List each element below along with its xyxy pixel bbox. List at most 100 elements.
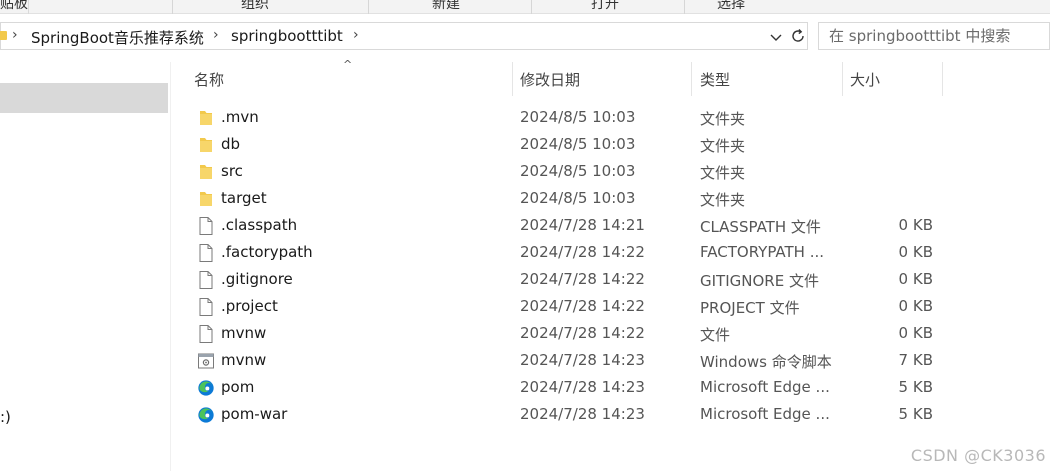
file-type: Windows 命令脚本	[700, 353, 832, 371]
file-name[interactable]: .factorypath	[221, 243, 313, 261]
navigation-pane[interactable]: :)	[0, 62, 170, 471]
file-type: CLASSPATH 文件	[700, 218, 821, 236]
file-row[interactable]: db 2024/8/5 10:03 文件夹	[190, 131, 950, 158]
file-name[interactable]: pom-war	[221, 405, 287, 423]
file-date: 2024/7/28 14:21	[520, 216, 645, 234]
file-type: Microsoft Edge ...	[700, 405, 830, 423]
folder-icon	[200, 138, 212, 152]
script-icon	[198, 353, 214, 369]
file-icon	[199, 217, 213, 235]
column-header-type[interactable]: 类型	[692, 62, 842, 94]
file-date: 2024/7/28 14:22	[520, 297, 645, 315]
file-size: 0 KB	[898, 297, 933, 315]
folder-icon	[200, 165, 212, 179]
pane-divider[interactable]	[170, 62, 171, 471]
file-name[interactable]: .mvn	[221, 108, 259, 126]
edge-icon	[198, 380, 214, 396]
file-name[interactable]: pom	[221, 378, 254, 396]
file-row[interactable]: pom-war 2024/7/28 14:23 Microsoft Edge .…	[190, 401, 950, 428]
file-icon	[199, 298, 213, 316]
file-name[interactable]: .gitignore	[221, 270, 293, 288]
ribbon-group-strip: 贴板 组织 新建 打开 选择	[0, 0, 1050, 14]
ribbon-group-open: 打开	[591, 0, 619, 12]
file-type: FACTORYPATH ...	[700, 243, 825, 261]
ribbon-group-new: 新建	[432, 0, 460, 12]
edge-icon	[198, 407, 214, 423]
file-date: 2024/7/28 14:23	[520, 351, 645, 369]
address-bar[interactable]: › SpringBoot音乐推荐系统 › springbootttibt ›	[0, 22, 808, 50]
file-size: 0 KB	[898, 324, 933, 342]
file-row[interactable]: mvnw 2024/7/28 14:22 文件 0 KB	[190, 320, 950, 347]
file-name[interactable]: mvnw	[221, 324, 266, 342]
file-row[interactable]: .factorypath 2024/7/28 14:22 FACTORYPATH…	[190, 239, 950, 266]
file-date: 2024/7/28 14:23	[520, 378, 645, 396]
nav-selected-item[interactable]	[0, 83, 168, 113]
file-type: 文件夹	[700, 164, 746, 182]
file-type: 文件	[700, 326, 731, 344]
file-size: 5 KB	[898, 405, 933, 423]
ribbon-divider	[172, 0, 173, 14]
watermark: CSDN @CK3036	[910, 446, 1046, 465]
ribbon-group-clipboard: 贴板	[0, 0, 29, 14]
file-date: 2024/7/28 14:22	[520, 270, 645, 288]
file-date: 2024/8/5 10:03	[520, 189, 636, 207]
file-size: 0 KB	[898, 270, 933, 288]
file-date: 2024/7/28 14:22	[520, 243, 645, 261]
chevron-right-icon[interactable]: ›	[353, 27, 359, 43]
folder-icon	[200, 111, 212, 125]
search-box[interactable]	[818, 22, 1050, 50]
search-input[interactable]	[819, 23, 1049, 49]
file-name[interactable]: .classpath	[221, 216, 297, 234]
file-name[interactable]: .project	[221, 297, 278, 315]
column-header-name[interactable]: 名称	[190, 62, 512, 94]
file-icon	[199, 244, 213, 262]
ribbon-divider	[368, 0, 369, 14]
column-header-size[interactable]: 大小	[843, 62, 943, 94]
file-icon	[199, 325, 213, 343]
ribbon-group-select: 选择	[717, 0, 745, 12]
column-header-name-label: 名称	[194, 71, 225, 89]
breadcrumb-current[interactable]: springbootttibt	[231, 27, 343, 45]
file-row[interactable]: .gitignore 2024/7/28 14:22 GITIGNORE 文件 …	[190, 266, 950, 293]
column-divider[interactable]	[942, 62, 943, 96]
file-icon	[199, 271, 213, 289]
file-date: 2024/8/5 10:03	[520, 135, 636, 153]
file-size: 5 KB	[898, 378, 933, 396]
file-type: GITIGNORE 文件	[700, 272, 819, 290]
file-size: 0 KB	[898, 216, 933, 234]
column-header-type-label: 类型	[700, 71, 731, 89]
column-header-date[interactable]: 修改日期	[513, 62, 691, 94]
refresh-icon[interactable]	[789, 27, 807, 45]
ribbon-group-organize: 组织	[241, 0, 269, 12]
file-row[interactable]: src 2024/8/5 10:03 文件夹	[190, 158, 950, 185]
file-row[interactable]: mvnw 2024/7/28 14:23 Windows 命令脚本 7 KB	[190, 347, 950, 374]
nav-drive-label[interactable]: :)	[0, 408, 11, 426]
file-size: 0 KB	[898, 243, 933, 261]
file-name[interactable]: src	[221, 162, 243, 180]
column-header-size-label: 大小	[850, 71, 881, 89]
file-type: 文件夹	[700, 191, 746, 209]
file-name[interactable]: target	[221, 189, 267, 207]
chevron-down-icon[interactable]	[768, 29, 784, 45]
file-type: 文件夹	[700, 110, 746, 128]
breadcrumb-parent[interactable]: SpringBoot音乐推荐系统	[31, 27, 204, 48]
file-size: 7 KB	[898, 351, 933, 369]
chevron-right-icon: ›	[12, 27, 18, 43]
column-header-date-label: 修改日期	[520, 71, 581, 89]
file-type: PROJECT 文件	[700, 299, 800, 317]
file-type: 文件夹	[700, 137, 746, 155]
file-name[interactable]: db	[221, 135, 240, 153]
file-row[interactable]: .project 2024/7/28 14:22 PROJECT 文件 0 KB	[190, 293, 950, 320]
ribbon-divider	[531, 0, 532, 14]
folder-icon	[0, 31, 7, 40]
file-row[interactable]: target 2024/8/5 10:03 文件夹	[190, 185, 950, 212]
file-row[interactable]: pom 2024/7/28 14:23 Microsoft Edge ... 5…	[190, 374, 950, 401]
file-date: 2024/8/5 10:03	[520, 108, 636, 126]
file-row[interactable]: .mvn 2024/8/5 10:03 文件夹	[190, 104, 950, 131]
ribbon-divider	[684, 0, 685, 14]
file-date: 2024/7/28 14:22	[520, 324, 645, 342]
folder-icon	[200, 192, 212, 206]
file-row[interactable]: .classpath 2024/7/28 14:21 CLASSPATH 文件 …	[190, 212, 950, 239]
chevron-right-icon[interactable]: ›	[213, 27, 219, 43]
file-name[interactable]: mvnw	[221, 351, 266, 369]
